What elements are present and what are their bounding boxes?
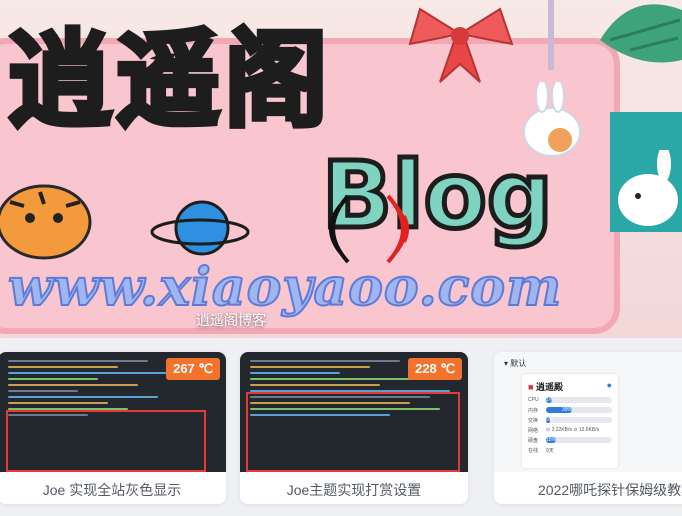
article-title[interactable]: Joe 实现全站灰色显示 (0, 476, 226, 504)
leaf-icon (600, 4, 682, 63)
article-title[interactable]: Joe主题实现打赏设置 (240, 476, 468, 504)
bow-icon (408, 7, 514, 83)
stat-row: 硬盘 15% (528, 437, 618, 445)
panel-header: ▾ 默认 (504, 359, 527, 368)
banner-caption: 逍遥阁博客 (196, 312, 266, 328)
banner-image[interactable]: 逍遥阁 Blog www.xiaoyaoo.com 逍遥阁博客 (0, 0, 682, 338)
banner-url: www.xiaoyaoo.com (7, 257, 563, 318)
stat-row: 内存 39% (528, 407, 618, 415)
article-title[interactable]: 2022哪吒探针保姆级教程 (494, 476, 682, 504)
server-panel: ■ 逍遥殿 ● CPU 1% 内存 39% 交换 0% 网络 ⊙ 3.22KB/… (522, 374, 618, 468)
temperature-badge: 228 ℃ (408, 358, 462, 380)
stat-row: 网络 ⊙ 3.22KB/s ⊙ 12.6KB/s (528, 427, 600, 434)
planet-icon (150, 200, 250, 256)
stat-row: CPU 1% (528, 397, 618, 405)
banner-title-cn: 逍遥阁 (5, 19, 333, 141)
stat-row: 在线 9天 (528, 448, 554, 454)
highlight-box (6, 410, 206, 472)
temperature-badge: 267 ℃ (166, 358, 220, 380)
rabbit-right-icon (618, 150, 678, 226)
stat-row: 交换 0% (528, 417, 618, 425)
server-name: 逍遥殿 (535, 382, 563, 392)
article-card[interactable]: 267 ℃ Joe 实现全站灰色显示 (0, 352, 226, 504)
highlight-box (246, 392, 460, 472)
flag-icon: ■ (528, 382, 534, 392)
info-icon: ● (606, 380, 612, 390)
hanging-string (548, 0, 554, 70)
article-card[interactable]: ▾ 默认 ■ 逍遥殿 ● CPU 1% 内存 39% 交换 0% 网络 ⊙ 3.… (494, 352, 682, 504)
article-card[interactable]: 228 ℃ Joe主题实现打赏设置 (240, 352, 468, 504)
article-thumbnail: ▾ 默认 ■ 逍遥殿 ● CPU 1% 内存 39% 交换 0% 网络 ⊙ 3.… (494, 352, 682, 472)
tiger-icon (0, 184, 92, 260)
